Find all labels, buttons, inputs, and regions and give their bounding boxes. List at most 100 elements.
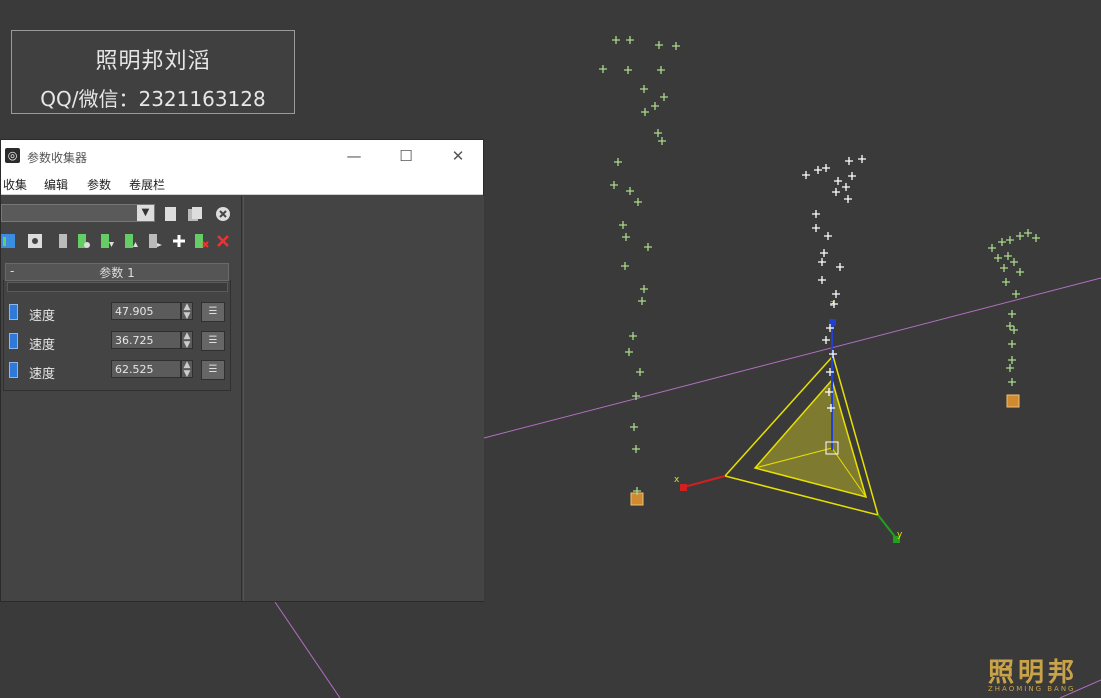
particle-marker xyxy=(836,263,844,271)
particle-marker xyxy=(660,93,668,101)
particle-marker xyxy=(651,102,659,110)
particle-marker xyxy=(636,368,644,376)
particle-marker xyxy=(818,258,826,266)
particle-marker xyxy=(599,65,607,73)
parameter-value-field[interactable]: 62.525 xyxy=(111,360,181,378)
particle-marker xyxy=(1012,290,1020,298)
add-parameter-icon[interactable] xyxy=(171,233,187,249)
minimize-button[interactable]: — xyxy=(339,144,369,168)
move-up-icon[interactable] xyxy=(123,233,139,249)
particle-marker xyxy=(1006,364,1014,372)
parameter-icon[interactable] xyxy=(55,233,71,249)
axis-gizmo[interactable]: x y z xyxy=(674,299,903,543)
particle-marker xyxy=(994,254,1002,262)
particle-marker xyxy=(1004,252,1012,260)
particle-marker xyxy=(621,262,629,270)
particle-marker xyxy=(812,210,820,218)
close-button[interactable]: ✕ xyxy=(443,144,473,168)
window-titlebar[interactable]: ◎ 参数收集器 — ☐ ✕ xyxy=(1,140,483,172)
particle-marker xyxy=(1016,232,1024,240)
parameter-collector-window[interactable]: ◎ 参数收集器 — ☐ ✕ 收集 编辑 参数 卷展栏 ▼ - 参数 1 速度 4… xyxy=(0,139,484,602)
menu-item-collect[interactable]: 收集 xyxy=(3,176,27,193)
new-collection-icon[interactable] xyxy=(163,206,179,222)
watermark-box: 照明邦刘滔 QQ/微信：2321163128 xyxy=(11,30,295,114)
particle-marker xyxy=(998,238,1006,246)
edit-parameters-icon[interactable] xyxy=(1,233,17,249)
menu-item-rollouts[interactable]: 卷展栏 xyxy=(129,176,165,193)
particle-marker xyxy=(640,285,648,293)
logo-subtext: ZHAOMING BANG xyxy=(988,685,1076,693)
parameter-label: 速度 xyxy=(29,338,56,353)
maximize-button[interactable]: ☐ xyxy=(391,144,421,168)
particle-marker xyxy=(842,183,850,191)
parameter-label: 速度 xyxy=(29,309,56,324)
particle-marker xyxy=(858,155,866,163)
particle-marker xyxy=(658,137,666,145)
particle-marker xyxy=(834,177,842,185)
parameter-select-chip[interactable] xyxy=(9,304,18,320)
particle-marker xyxy=(848,172,856,180)
particle-marker xyxy=(845,157,853,165)
particle-marker xyxy=(802,171,810,179)
particle-marker xyxy=(624,66,632,74)
app-icon: ◎ xyxy=(5,148,20,163)
particle-marker xyxy=(988,244,996,252)
particle-marker xyxy=(614,158,622,166)
rollout-header[interactable]: - 参数 1 xyxy=(5,263,229,281)
pyramid-emitter[interactable] xyxy=(723,354,880,517)
menu-item-edit[interactable]: 编辑 xyxy=(44,176,68,193)
menu-bar: 收集 编辑 参数 卷展栏 xyxy=(1,172,483,195)
spinner-icon[interactable]: ▲ ▼ xyxy=(181,331,193,350)
parameter-select-chip[interactable] xyxy=(9,333,18,349)
chevron-down-icon[interactable]: ▼ xyxy=(137,205,154,221)
particle-marker xyxy=(832,188,840,196)
particle-marker xyxy=(1008,378,1016,386)
parameter-row: 速度 36.725 ▲ ▼ ☰ xyxy=(7,331,227,353)
particle-marker xyxy=(619,221,627,229)
particle-marker xyxy=(822,164,830,172)
spinner-icon[interactable]: ▲ ▼ xyxy=(181,360,193,379)
parameter-select-chip[interactable] xyxy=(9,362,18,378)
particle-marker xyxy=(610,181,618,189)
particle-marker xyxy=(1024,229,1032,237)
add-selected-icon[interactable] xyxy=(75,233,91,249)
particle-marker xyxy=(625,348,633,356)
parameter-options-button[interactable]: ☰ xyxy=(201,331,225,351)
particle-marker xyxy=(1010,258,1018,266)
particle-marker xyxy=(629,332,637,340)
copy-collection-icon[interactable] xyxy=(187,206,203,222)
spinner-icon[interactable]: ▲ ▼ xyxy=(181,302,193,321)
clear-all-icon[interactable] xyxy=(215,233,231,249)
parameter-options-button[interactable]: ☰ xyxy=(201,302,225,322)
particle-marker xyxy=(634,198,642,206)
brand-logo: 照明邦 ZHAOMING BANG xyxy=(988,652,1078,693)
particle-marker xyxy=(626,36,634,44)
particle-marker xyxy=(844,195,852,203)
delete-collection-icon[interactable] xyxy=(215,206,231,222)
parameter-value-field[interactable]: 47.905 xyxy=(111,302,181,320)
particle-marker xyxy=(1006,322,1014,330)
remove-parameter-icon[interactable] xyxy=(193,233,209,249)
move-parameter-icon[interactable] xyxy=(147,233,163,249)
particle-marker xyxy=(1000,264,1008,272)
window-title: 参数收集器 xyxy=(27,151,88,165)
particle-marker xyxy=(630,423,638,431)
particle-marker xyxy=(657,66,665,74)
move-down-icon[interactable] xyxy=(99,233,115,249)
collect-icon[interactable] xyxy=(27,233,43,249)
particle-marker xyxy=(822,336,830,344)
parameter-row: 速度 47.905 ▲ ▼ ☰ xyxy=(7,302,227,324)
parameter-label: 速度 xyxy=(29,367,56,382)
particle-marker xyxy=(612,36,620,44)
particle-marker xyxy=(812,224,820,232)
particle-marker xyxy=(814,166,822,174)
particle-marker xyxy=(1008,310,1016,318)
collection-dropdown[interactable]: ▼ xyxy=(1,204,155,222)
parameter-options-button[interactable]: ☰ xyxy=(201,360,225,380)
emitter-icon[interactable] xyxy=(1006,394,1020,408)
particle-marker xyxy=(644,243,652,251)
particle-marker xyxy=(1008,356,1016,364)
y-axis-label: y xyxy=(897,530,903,540)
menu-item-parameters[interactable]: 参数 xyxy=(87,176,111,193)
parameter-value-field[interactable]: 36.725 xyxy=(111,331,181,349)
